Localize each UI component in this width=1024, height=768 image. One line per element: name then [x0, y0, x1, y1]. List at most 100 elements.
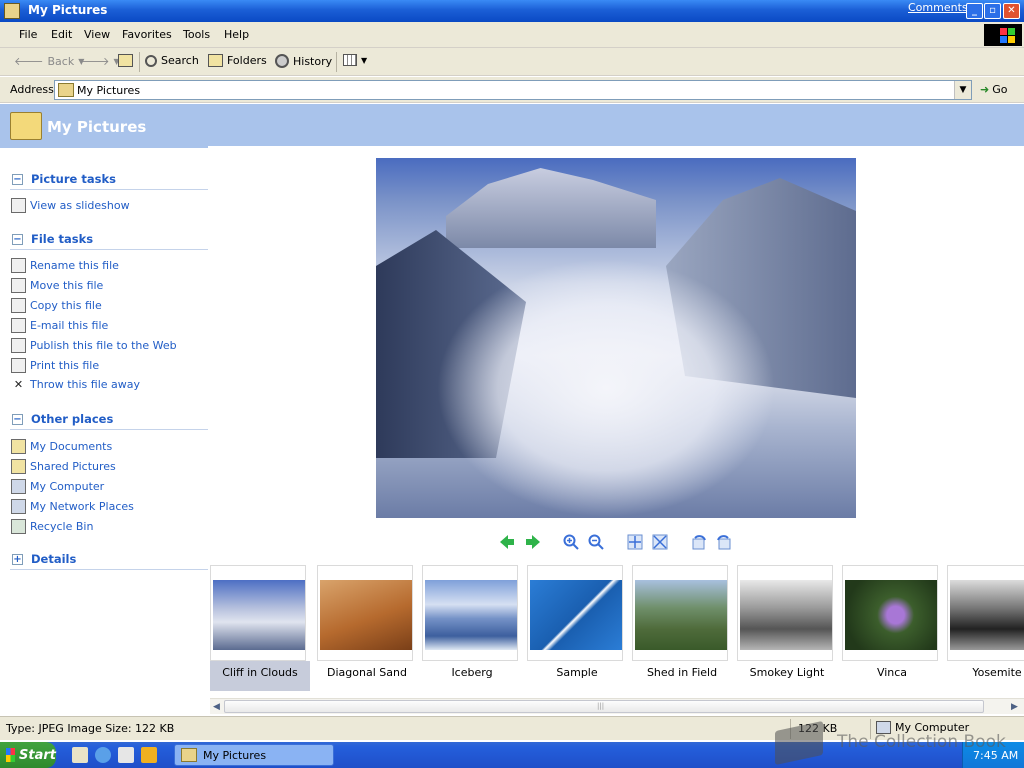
windows-logo-icon: [984, 24, 1022, 46]
task-print[interactable]: Print this file: [11, 358, 99, 373]
menu-tools[interactable]: Tools: [183, 28, 210, 41]
close-button[interactable]: ✕: [1003, 3, 1020, 19]
task-label: Throw this file away: [30, 378, 140, 391]
comments-link[interactable]: Comments?: [908, 1, 973, 14]
address-input[interactable]: My Pictures ▼: [54, 80, 972, 100]
best-fit-button[interactable]: [627, 534, 643, 550]
thumbnail-item[interactable]: Diagonal Sand: [317, 565, 413, 693]
go-button[interactable]: ➜ Go: [980, 83, 1007, 96]
task-email[interactable]: E-mail this file: [11, 318, 108, 333]
thumbnail-item[interactable]: Smokey Light: [737, 565, 833, 693]
menu-bar: File Edit View Favorites Tools Help: [0, 22, 1024, 48]
picture-tasks-header[interactable]: − Picture tasks: [12, 172, 116, 186]
place-my-computer[interactable]: My Computer: [11, 479, 104, 494]
thumbnail-item[interactable]: Cliff in Clouds: [210, 565, 310, 693]
task-view-slideshow[interactable]: View as slideshow: [11, 198, 130, 213]
task-copy[interactable]: Copy this file: [11, 298, 102, 313]
internet-explorer-icon[interactable]: [95, 747, 111, 763]
folder-title: My Pictures: [47, 118, 147, 136]
network-connection-icon[interactable]: [118, 747, 134, 763]
menu-file[interactable]: File: [19, 28, 37, 41]
thumbnail-caption: Iceberg: [451, 666, 493, 679]
scroll-right-icon[interactable]: ▶: [1011, 702, 1018, 712]
section-title: Other places: [31, 412, 114, 426]
task-move[interactable]: Move this file: [11, 278, 103, 293]
thumbnail-image: [740, 580, 832, 650]
search-icon: [145, 54, 157, 67]
place-my-network[interactable]: My Network Places: [11, 499, 134, 514]
arrow-right-icon: [526, 535, 540, 549]
taskbar-window-button[interactable]: My Pictures: [174, 744, 334, 766]
thumbnail-image: [425, 580, 517, 650]
thumbnail-caption: Yosemite: [972, 666, 1022, 679]
history-button[interactable]: History: [275, 54, 332, 68]
actual-size-button[interactable]: [652, 534, 668, 550]
start-button[interactable]: Start: [0, 742, 56, 768]
folder-header: My Pictures: [0, 104, 1024, 148]
back-button[interactable]: 🡐 Back ▼: [14, 54, 84, 69]
task-publish-web[interactable]: Publish this file to the Web: [11, 338, 177, 353]
menu-favorites[interactable]: Favorites: [122, 28, 172, 41]
up-folder-button[interactable]: [118, 54, 133, 67]
collapse-icon: −: [12, 173, 23, 185]
place-my-documents[interactable]: My Documents: [11, 439, 112, 454]
folder-pictures-icon: [4, 3, 20, 19]
scroll-left-icon[interactable]: ◀: [213, 702, 220, 712]
task-label: E-mail this file: [30, 319, 109, 332]
place-shared-pictures[interactable]: Shared Pictures: [11, 459, 116, 474]
other-places-header[interactable]: − Other places: [12, 412, 113, 426]
task-pane: − Picture tasks View as slideshow − File…: [0, 148, 208, 714]
back-arrow-icon: 🡐: [14, 55, 44, 68]
previous-image-button[interactable]: [499, 534, 515, 550]
file-tasks-header[interactable]: − File tasks: [12, 232, 93, 246]
folders-button[interactable]: Folders: [208, 54, 267, 67]
thumbnail-caption: Shed in Field: [646, 666, 718, 679]
place-label: Shared Pictures: [30, 460, 116, 473]
media-player-icon[interactable]: [141, 747, 157, 763]
search-button[interactable]: Search: [145, 54, 199, 67]
recycle-bin-icon: [11, 519, 26, 534]
next-image-button[interactable]: [525, 534, 541, 550]
thumbnail-image: [320, 580, 412, 650]
zoom-out-icon: [588, 534, 604, 550]
thumbnail-item[interactable]: Iceberg: [422, 565, 518, 693]
thumbnail-item[interactable]: Yosemite: [947, 565, 1024, 693]
task-delete[interactable]: ✕ Throw this file away: [11, 378, 140, 391]
thumbnail-item[interactable]: Sample: [527, 565, 623, 693]
details-header[interactable]: + Details: [12, 552, 76, 566]
menu-edit[interactable]: Edit: [51, 28, 72, 41]
zoom-in-icon: [563, 534, 579, 550]
maximize-button[interactable]: ▫: [984, 3, 1001, 19]
task-rename[interactable]: Rename this file: [11, 258, 119, 273]
thumbnail-item[interactable]: Vinca: [842, 565, 938, 693]
zoom-in-button[interactable]: [563, 534, 579, 550]
standard-toolbar: 🡐 Back ▼ 🡒 ▼ Search Folders History ▼: [0, 48, 1024, 76]
menu-help[interactable]: Help: [224, 28, 249, 41]
place-recycle-bin[interactable]: Recycle Bin: [11, 519, 93, 534]
thumbnail-caption: Diagonal Sand: [327, 666, 407, 679]
rotate-clockwise-icon: [692, 535, 706, 550]
menu-view[interactable]: View: [84, 28, 110, 41]
views-button[interactable]: ▼: [343, 54, 367, 66]
forward-button[interactable]: 🡒 ▼: [80, 54, 120, 68]
computer-icon: [11, 479, 26, 494]
preview-controls: [0, 534, 1024, 552]
minimize-button[interactable]: _: [966, 3, 983, 19]
thumbnail-strip: Cliff in Clouds Diagonal Sand Iceberg Sa…: [210, 565, 1024, 695]
task-label: Copy this file: [30, 299, 102, 312]
rotate-clockwise-button[interactable]: [691, 534, 707, 550]
thumbnail-scrollbar[interactable]: ◀ ||| ▶: [210, 698, 1024, 714]
thumbnail-item[interactable]: Shed in Field: [632, 565, 728, 693]
copy-icon: [11, 298, 26, 313]
rotate-counterclockwise-button[interactable]: [716, 534, 732, 550]
move-icon: [11, 278, 26, 293]
zoom-out-button[interactable]: [588, 534, 604, 550]
show-desktop-icon[interactable]: [72, 747, 88, 763]
picture-preview: [376, 158, 856, 518]
email-icon: [11, 318, 26, 333]
taskbar-window-label: My Pictures: [203, 748, 267, 762]
collapse-icon: −: [12, 233, 23, 245]
folder-pictures-icon: [10, 112, 42, 140]
address-dropdown-button[interactable]: ▼: [954, 81, 971, 99]
folders-label: Folders: [227, 54, 267, 67]
